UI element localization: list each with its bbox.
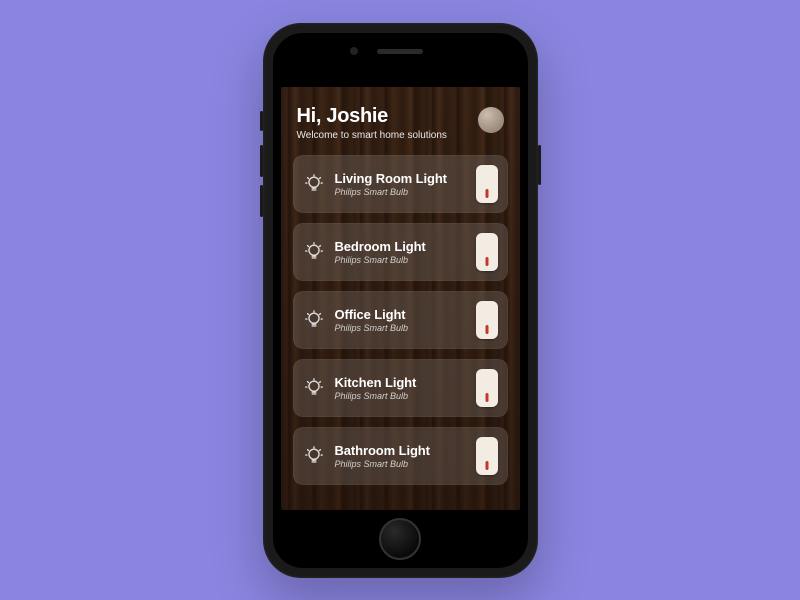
header: Hi, Joshie Welcome to smart home solutio… [293, 105, 508, 141]
power-button[interactable] [538, 145, 541, 185]
greeting-subtitle: Welcome to smart home solutions [297, 130, 447, 141]
device-card[interactable]: Bedroom Light Philips Smart Bulb [293, 223, 508, 281]
phone-speaker [377, 49, 423, 54]
bulb-icon [303, 309, 325, 331]
bulb-icon [303, 241, 325, 263]
device-card[interactable]: Bathroom Light Philips Smart Bulb [293, 427, 508, 485]
avatar[interactable] [478, 107, 504, 133]
device-subtitle: Philips Smart Bulb [335, 255, 466, 265]
device-name: Living Room Light [335, 171, 466, 186]
light-switch[interactable] [476, 301, 498, 339]
bulb-icon [303, 377, 325, 399]
bulb-icon [303, 445, 325, 467]
device-card[interactable]: Kitchen Light Philips Smart Bulb [293, 359, 508, 417]
light-switch[interactable] [476, 233, 498, 271]
device-card[interactable]: Living Room Light Philips Smart Bulb [293, 155, 508, 213]
device-subtitle: Philips Smart Bulb [335, 187, 466, 197]
device-name: Office Light [335, 307, 466, 322]
device-name: Kitchen Light [335, 375, 466, 390]
light-switch[interactable] [476, 165, 498, 203]
device-subtitle: Philips Smart Bulb [335, 323, 466, 333]
silence-switch[interactable] [260, 111, 263, 131]
phone-frame: Hi, Joshie Welcome to smart home solutio… [263, 23, 538, 578]
device-name: Bedroom Light [335, 239, 466, 254]
home-button[interactable] [379, 518, 421, 560]
front-camera [350, 47, 358, 55]
volume-down-button[interactable] [260, 185, 263, 217]
screen: Hi, Joshie Welcome to smart home solutio… [281, 87, 520, 510]
device-subtitle: Philips Smart Bulb [335, 391, 466, 401]
device-card[interactable]: Office Light Philips Smart Bulb [293, 291, 508, 349]
bulb-icon [303, 173, 325, 195]
volume-up-button[interactable] [260, 145, 263, 177]
greeting-title: Hi, Joshie [297, 105, 447, 128]
device-list: Living Room Light Philips Smart Bulb [293, 155, 508, 485]
device-subtitle: Philips Smart Bulb [335, 459, 466, 469]
light-switch[interactable] [476, 369, 498, 407]
light-switch[interactable] [476, 437, 498, 475]
device-name: Bathroom Light [335, 443, 466, 458]
